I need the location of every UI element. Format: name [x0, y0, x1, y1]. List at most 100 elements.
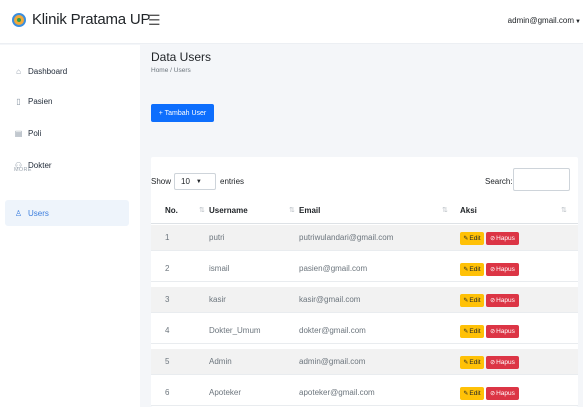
delete-button[interactable]: ⊘ Hapus [486, 387, 519, 400]
cell-no: 1 [165, 233, 170, 242]
delete-label: Hapus [496, 359, 515, 366]
sidebar-item-users[interactable]: ♙ Users [5, 200, 129, 226]
page-length-control: Show 10 ▼ entries [151, 173, 244, 190]
clinic-logo-icon [12, 12, 26, 27]
cell-username: kasir [209, 295, 226, 304]
edit-label: Edit [469, 235, 481, 242]
top-navbar: Klinik Pratama UP ☰ admin@gmail.com▼ [0, 0, 583, 44]
edit-button[interactable]: ✎ Edit [460, 263, 484, 276]
search-label: Search: [485, 177, 513, 186]
table-row: 4 Dokter_Umum dokter@gmail.com ✎ Edit ⊘ Ha… [151, 318, 578, 344]
cell-no: 2 [165, 264, 170, 273]
delete-button[interactable]: ⊘ Hapus [486, 325, 519, 338]
cell-email: putriwulandari@gmail.com [299, 233, 394, 242]
app-name: Klinik Pratama UP [32, 11, 151, 28]
edit-label: Edit [469, 390, 481, 397]
edit-button[interactable]: ✎ Edit [460, 325, 484, 338]
sidebar-item-label: Users [28, 208, 49, 218]
sidebar-item-poli[interactable]: ▤ Poli [5, 120, 129, 146]
add-user-button[interactable]: + Tambah User [151, 104, 214, 122]
show-label: Show [151, 177, 172, 186]
table-row: 6 Apoteker apoteker@gmail.com ✎ Edit ⊘ Hap… [151, 380, 578, 406]
edit-icon: ✎ [463, 329, 469, 335]
sidebar-item-pasien[interactable]: ▯ Pasien [5, 88, 129, 114]
delete-label: Hapus [496, 390, 515, 397]
delete-button[interactable]: ⊘ Hapus [486, 356, 519, 369]
edit-icon: ✎ [463, 360, 469, 366]
sidebar-item-label: Dashboard [28, 66, 68, 76]
edit-button[interactable]: ✎ Edit [460, 356, 484, 369]
delete-label: Hapus [496, 328, 515, 335]
edit-label: Edit [469, 297, 481, 304]
table-row: 1 putri putriwulandari@gmail.com ✎ Edit ⊘… [151, 225, 578, 251]
edit-label: Edit [469, 266, 481, 273]
cell-username: Admin [209, 357, 232, 366]
user-icon: ♙ [14, 208, 23, 218]
cell-no: 6 [165, 388, 170, 397]
list-icon: ▤ [14, 128, 23, 138]
sidebar-item-dashboard[interactable]: ⌂ Dashboard [5, 58, 129, 84]
delete-label: Hapus [496, 235, 515, 242]
delete-icon: ⊘ [490, 236, 496, 242]
sidebar-section-label: MORE [14, 167, 32, 173]
edit-button[interactable]: ✎ Edit [460, 294, 484, 307]
column-header-email[interactable]: Email [299, 206, 320, 215]
delete-button[interactable]: ⊘ Hapus [486, 263, 519, 276]
edit-label: Edit [469, 359, 481, 366]
cell-no: 3 [165, 295, 170, 304]
edit-icon: ✎ [463, 391, 469, 397]
file-icon: ▯ [16, 96, 21, 106]
sort-icon[interactable]: ⇅ [289, 206, 295, 214]
user-menu[interactable]: admin@gmail.com▼ [508, 16, 581, 25]
page-title: Data Users [151, 50, 212, 64]
edit-button[interactable]: ✎ Edit [460, 232, 484, 245]
users-table-card: Show 10 ▼ entries Search: No. ⇅ Username… [151, 157, 578, 407]
user-email: admin@gmail.com [507, 16, 575, 25]
sort-icon[interactable]: ⇅ [442, 206, 448, 214]
edit-icon: ✎ [463, 236, 469, 242]
delete-label: Hapus [496, 266, 515, 273]
table-header: No. ⇅ Username ⇅ Email ⇅ Aksi ⇅ [151, 197, 578, 224]
table-row: 5 Admin admin@gmail.com ✎ Edit ⊘ Hapus [151, 349, 578, 375]
delete-icon: ⊘ [490, 298, 496, 304]
sidebar-item-label: Pasien [28, 96, 53, 106]
cell-email: dokter@gmail.com [299, 326, 366, 335]
sort-icon[interactable]: ⇅ [561, 206, 567, 214]
sidebar-item-label: Poli [28, 128, 42, 138]
sidebar-item-dokter[interactable]: ⚇ Dokter [5, 152, 129, 178]
edit-icon: ✎ [463, 298, 469, 304]
table-row: 3 kasir kasir@gmail.com ✎ Edit ⊘ Hapus [151, 287, 578, 313]
delete-icon: ⊘ [490, 391, 496, 397]
page-length-value: 10 [181, 177, 190, 186]
column-header-aksi[interactable]: Aksi [460, 206, 477, 215]
entries-label: entries [220, 177, 245, 186]
edit-label: Edit [469, 328, 481, 335]
search-input[interactable] [513, 168, 570, 191]
delete-icon: ⊘ [490, 267, 496, 273]
page-length-select[interactable]: 10 ▼ [174, 173, 217, 190]
cell-no: 4 [165, 326, 170, 335]
delete-button[interactable]: ⊘ Hapus [486, 294, 519, 307]
column-header-no[interactable]: No. [165, 206, 178, 215]
table-row: 2 ismail pasien@gmail.com ✎ Edit ⊘ Hapus [151, 256, 578, 282]
menu-toggle-icon[interactable]: ☰ [148, 13, 161, 27]
delete-button[interactable]: ⊘ Hapus [486, 232, 519, 245]
chevron-down-icon: ▼ [575, 19, 581, 25]
cell-username: Apoteker [209, 388, 242, 397]
cell-email: apoteker@gmail.com [299, 388, 375, 397]
cell-email: kasir@gmail.com [299, 295, 361, 304]
column-header-username[interactable]: Username [209, 206, 248, 215]
home-icon: ⌂ [16, 66, 21, 76]
sort-icon[interactable]: ⇅ [199, 206, 205, 214]
cell-no: 5 [165, 357, 170, 366]
cell-username: putri [209, 233, 225, 242]
cell-email: admin@gmail.com [299, 357, 366, 366]
edit-icon: ✎ [463, 267, 469, 273]
edit-button[interactable]: ✎ Edit [460, 387, 484, 400]
delete-icon: ⊘ [490, 360, 496, 366]
delete-icon: ⊘ [490, 329, 496, 335]
sidebar: ⌂ Dashboard ▯ Pasien ▤ Poli ⚇ Dokter MOR… [0, 45, 140, 407]
cell-email: pasien@gmail.com [299, 264, 368, 273]
delete-label: Hapus [496, 297, 515, 304]
brand[interactable]: Klinik Pratama UP [12, 11, 151, 28]
